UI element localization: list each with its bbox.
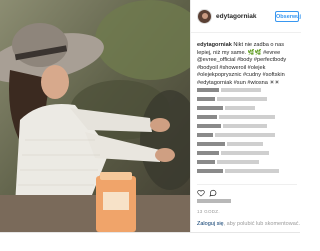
comment-row-blurred [197, 142, 297, 146]
instagram-embed: edytagorniak Obserwuj edytagorniak Nikt … [0, 0, 301, 251]
comment-row-blurred [197, 88, 297, 92]
post-header: edytagorniak Obserwuj [191, 0, 301, 33]
avatar[interactable] [197, 9, 212, 24]
comments-list-blurred [197, 88, 297, 178]
post-date: 13 GODZ. [197, 209, 220, 214]
heart-icon[interactable] [197, 189, 205, 197]
comment-row-blurred [197, 169, 297, 173]
username[interactable]: edytagorniak [216, 13, 256, 20]
comment-row-blurred [197, 124, 297, 128]
caption-username[interactable]: edytagorniak [197, 42, 232, 48]
post-photo[interactable] [0, 0, 190, 232]
photo-illustration [0, 0, 190, 232]
comment-row-blurred [197, 133, 297, 137]
login-prompt-text: , aby polubić lub skomentować. [223, 221, 301, 227]
likes-count-blurred [197, 199, 231, 203]
comment-row-blurred [197, 106, 297, 110]
comment-row-blurred [197, 115, 297, 119]
post-details-panel: edytagorniak Obserwuj edytagorniak Nikt … [190, 0, 301, 232]
comment-row-blurred [197, 151, 297, 155]
action-bar [197, 184, 297, 198]
login-link[interactable]: Zaloguj się [197, 221, 224, 227]
comment-row-blurred [197, 160, 297, 164]
comment-row-blurred [197, 97, 297, 101]
follow-button[interactable]: Obserwuj [275, 11, 301, 22]
comment-icon[interactable] [209, 189, 217, 197]
caption-text: Nikt nie zadba o nas lepiej, niż my same… [197, 42, 287, 86]
caption: edytagorniak Nikt nie zadba o nas lepiej… [197, 42, 297, 88]
bottom-bar [0, 232, 300, 251]
login-prompt: Zaloguj się, aby polubić lub skomentować… [197, 221, 301, 227]
